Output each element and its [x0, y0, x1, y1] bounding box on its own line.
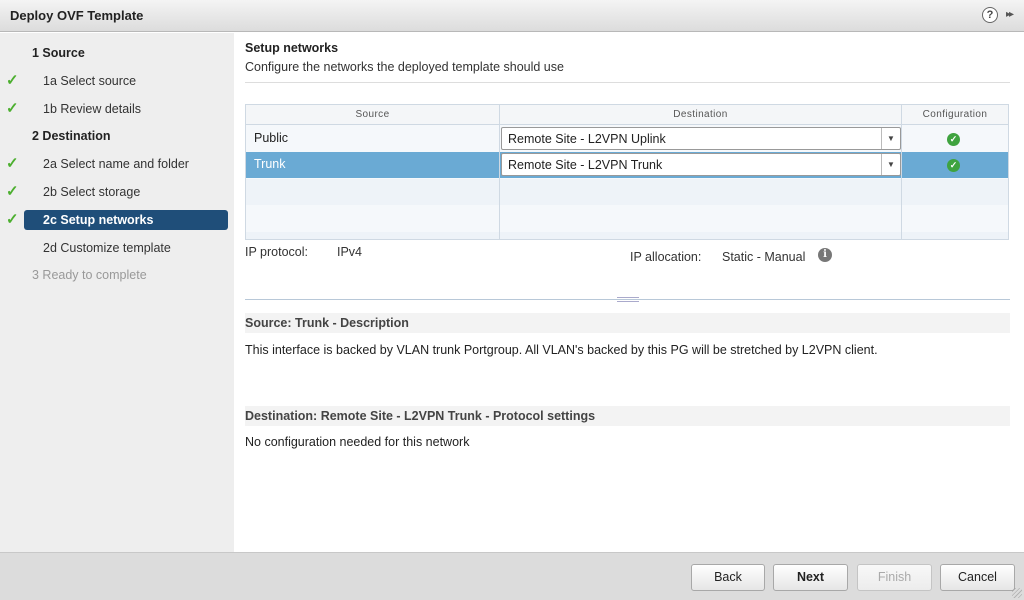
check-icon: ✓: [6, 72, 19, 89]
dropdown-arrow-icon[interactable]: ▼: [881, 128, 900, 149]
expand-icon[interactable]: ▸▸: [1006, 9, 1014, 20]
ip-protocol-label: IP protocol:: [245, 245, 309, 259]
column-header-source[interactable]: Source: [246, 105, 499, 125]
title-bar: Deploy OVF Template ? ▸▸: [0, 0, 1024, 32]
page-title: Setup networks: [245, 41, 339, 55]
wizard-footer: Back Next Finish Cancel: [0, 552, 1024, 600]
source-cell: Trunk: [254, 157, 286, 171]
source-cell: Public: [254, 131, 289, 145]
column-header-configuration[interactable]: Configuration: [902, 105, 1008, 125]
destination-value: Remote Site - L2VPN Uplink: [508, 132, 666, 146]
column-header-destination[interactable]: Destination: [500, 105, 901, 125]
check-icon: ✓: [6, 100, 19, 117]
empty-row: [246, 179, 1008, 205]
back-button[interactable]: Back: [691, 564, 765, 591]
help-icon[interactable]: ?: [982, 7, 998, 23]
step-label: 2a Select name and folder: [43, 157, 189, 171]
step-setup-networks[interactable]: ✓ 2c Setup networks: [0, 209, 234, 231]
step-label: 1b Review details: [43, 102, 141, 116]
step-label: 2b Select storage: [43, 185, 141, 199]
empty-row: [246, 232, 1008, 239]
configuration-ok-icon: ✓: [947, 159, 960, 172]
window-title: Deploy OVF Template: [10, 8, 144, 23]
table-row[interactable]: Public Remote Site - L2VPN Uplink ▼ ✓: [246, 126, 1008, 152]
check-icon: ✓: [6, 183, 19, 200]
check-icon: ✓: [6, 211, 19, 228]
resize-grip-icon[interactable]: [1012, 588, 1022, 598]
ip-allocation-value: Static - Manual: [722, 250, 806, 264]
step-source: 1 Source: [0, 42, 234, 64]
destination-settings-header: Destination: Remote Site - L2VPN Trunk -…: [245, 406, 1010, 426]
step-label: 1a Select source: [43, 74, 137, 88]
divider: [245, 82, 1010, 83]
step-select-name-folder[interactable]: ✓ 2a Select name and folder: [0, 153, 234, 175]
column-divider: [499, 105, 500, 239]
destination-settings-title: Destination: Remote Site - L2VPN Trunk -…: [245, 409, 596, 423]
column-divider: [901, 105, 902, 239]
destination-select[interactable]: Remote Site - L2VPN Trunk ▼: [501, 153, 901, 176]
destination-settings-text: No configuration needed for this network: [245, 435, 470, 449]
dropdown-arrow-icon[interactable]: ▼: [881, 154, 900, 175]
step-select-source[interactable]: ✓ 1a Select source: [0, 70, 234, 92]
configuration-ok-icon: ✓: [947, 133, 960, 146]
step-review-details[interactable]: ✓ 1b Review details: [0, 98, 234, 120]
step-label: 2 Destination: [32, 129, 111, 143]
finish-button: Finish: [857, 564, 932, 591]
network-mapping-table: Source Destination Configuration Public …: [245, 104, 1009, 240]
step-label: 3 Ready to complete: [32, 268, 147, 282]
source-description-text: This interface is backed by VLAN trunk P…: [245, 343, 878, 357]
destination-value: Remote Site - L2VPN Trunk: [508, 158, 663, 172]
destination-select[interactable]: Remote Site - L2VPN Uplink ▼: [501, 127, 901, 150]
info-icon[interactable]: i: [818, 248, 832, 262]
source-description-title: Source: Trunk - Description: [245, 316, 409, 330]
source-description-header: Source: Trunk - Description: [245, 313, 1010, 333]
page-subtitle: Configure the networks the deployed temp…: [245, 60, 564, 74]
step-label: 2d Customize template: [43, 241, 171, 255]
step-destination: 2 Destination: [0, 125, 234, 147]
step-label: 2c Setup networks: [43, 213, 154, 227]
step-label: 1 Source: [32, 46, 85, 60]
ip-protocol-value: IPv4: [337, 245, 363, 259]
ip-allocation-label: IP allocation:: [630, 250, 702, 264]
next-button[interactable]: Next: [773, 564, 848, 591]
cancel-button[interactable]: Cancel: [940, 564, 1015, 591]
wizard-steps-sidebar: 1 Source ✓ 1a Select source ✓ 1b Review …: [0, 33, 234, 552]
table-row[interactable]: Trunk Remote Site - L2VPN Trunk ▼ ✓: [246, 152, 1008, 178]
step-customize-template[interactable]: 2d Customize template: [0, 237, 234, 259]
splitter-grip-icon[interactable]: [617, 297, 639, 302]
step-select-storage[interactable]: ✓ 2b Select storage: [0, 181, 234, 203]
step-ready-to-complete: 3 Ready to complete: [0, 264, 234, 286]
check-icon: ✓: [6, 155, 19, 172]
